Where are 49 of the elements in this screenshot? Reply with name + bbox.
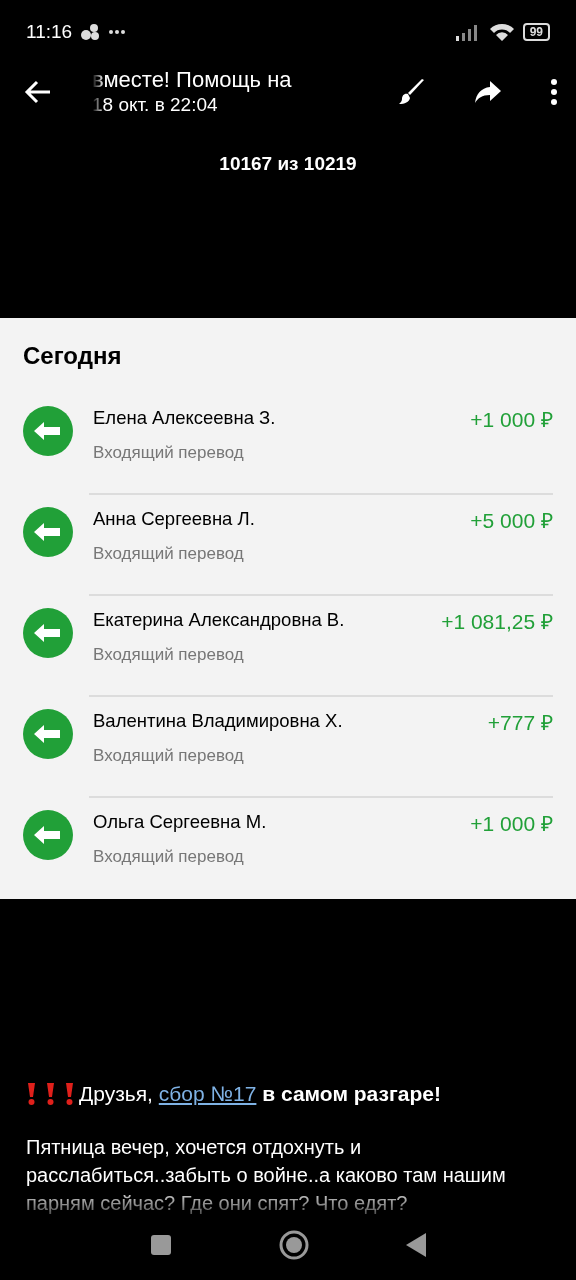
exclamation-icon: [26, 1082, 37, 1106]
photo-counter: 10167 из 10219: [219, 153, 357, 174]
post-headline: Друзья, сбор №17 в самом разгаре!: [79, 1081, 441, 1107]
recents-button[interactable]: [149, 1234, 172, 1256]
status-time: 11:16: [26, 19, 73, 44]
message-date: 18 окт. в 22:04: [92, 93, 219, 117]
sender-name: Валентина Владимировна Х.: [93, 709, 344, 733]
transfer-amount: +5 000 ₽: [470, 509, 553, 532]
transfer-amount: +1 081,25 ₽: [441, 610, 553, 633]
sender-name: Елена Алексеевна З.: [93, 406, 277, 430]
incoming-transfer-icon: [23, 507, 73, 557]
app-notification-icon: [80, 23, 101, 41]
incoming-transfer-icon: [23, 810, 73, 860]
chat-title: вместе! Помощь на: [92, 67, 293, 93]
square-icon: [149, 1234, 172, 1256]
transfer-amount: +777 ₽: [487, 711, 553, 734]
triangle-icon: [404, 1232, 427, 1258]
transfer-amount: +1 000 ₽: [470, 812, 553, 835]
share-button[interactable]: [474, 80, 502, 104]
circle-icon: [277, 1229, 310, 1261]
incoming-transfer-icon: [23, 608, 73, 658]
sender-name: Ольга Сергеевна М.: [93, 810, 268, 834]
exclamation-icon: [45, 1082, 56, 1106]
back-arrow-icon: [24, 80, 52, 104]
brush-icon: [398, 78, 426, 106]
transfer-type: Входящий перевод: [93, 845, 245, 868]
section-heading: Сегодня: [23, 341, 123, 371]
transfer-type: Входящий перевод: [93, 643, 245, 666]
sender-name: Екатерина Александровна В.: [93, 608, 346, 632]
exclamation-icon: [64, 1082, 75, 1106]
fundraiser-link[interactable]: сбор №17: [158, 1082, 257, 1105]
sender-name: Анна Сергеевна Л.: [93, 507, 256, 531]
more-notifications-icon: [108, 29, 127, 35]
transfer-type: Входящий перевод: [93, 441, 245, 464]
edit-button[interactable]: [398, 78, 426, 106]
incoming-transfer-icon: [23, 709, 73, 759]
battery-icon: 99: [522, 23, 550, 41]
more-vertical-icon: [550, 79, 558, 105]
wifi-icon: [488, 22, 515, 42]
home-button[interactable]: [277, 1229, 310, 1261]
back-button[interactable]: [24, 80, 52, 104]
incoming-transfer-icon: [23, 406, 73, 456]
more-button[interactable]: [550, 79, 558, 105]
back-nav-button[interactable]: [404, 1232, 427, 1258]
transfer-type: Входящий перевод: [93, 542, 245, 565]
share-arrow-icon: [474, 80, 502, 104]
transfer-type: Входящий перевод: [93, 744, 245, 767]
post-text: Пятница вечер, хочется отдохнуть и расслабиться..забыть о войне..а каково там нашим парням сейчас? Где они спят? Что едят?: [26, 1135, 507, 1216]
transfer-amount: +1 000 ₽: [470, 408, 553, 431]
